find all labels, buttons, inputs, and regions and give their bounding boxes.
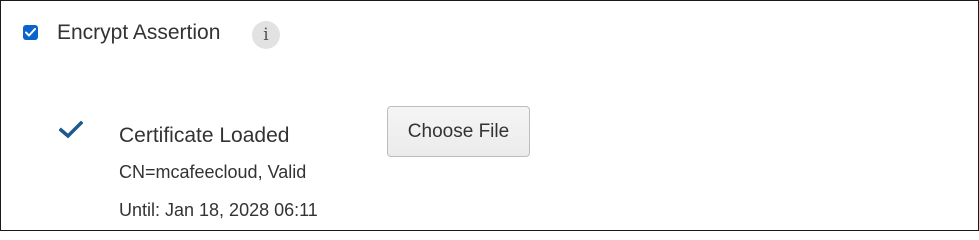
certificate-validity: Until: Jan 18, 2028 06:11	[119, 200, 318, 220]
info-icon[interactable]: i	[252, 21, 280, 49]
choose-file-button[interactable]: Choose File	[387, 106, 530, 157]
certificate-subject: CN=mcafeecloud, Valid	[119, 162, 307, 182]
info-glyph: i	[263, 24, 269, 45]
encrypt-assertion-label: Encrypt Assertion	[57, 21, 221, 44]
encrypt-assertion-checkbox[interactable]	[23, 25, 38, 40]
checkbox-check-icon	[25, 28, 36, 37]
checkmark-icon	[58, 120, 84, 144]
encrypt-assertion-panel: Encrypt Assertion i Certificate Loaded C…	[0, 0, 979, 231]
certificate-status-title: Certificate Loaded	[119, 124, 290, 147]
